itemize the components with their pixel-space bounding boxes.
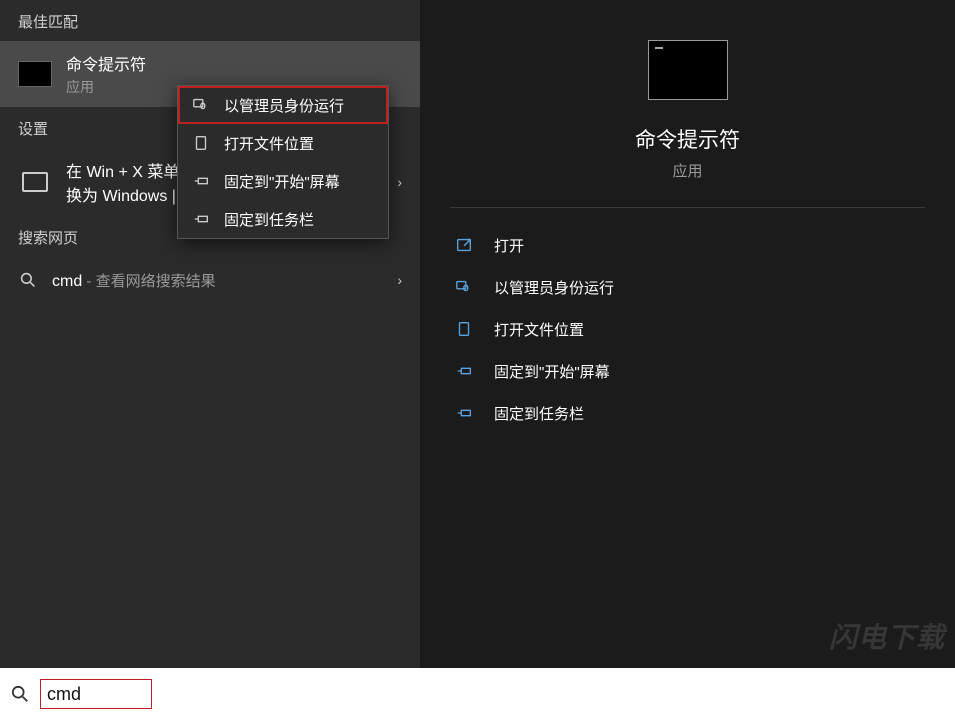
best-match-header: 最佳匹配: [0, 0, 420, 41]
open-icon: [454, 235, 474, 255]
context-pin-to-taskbar[interactable]: 固定到任务栏: [178, 200, 388, 238]
context-run-as-admin[interactable]: 以管理员身份运行: [178, 86, 388, 124]
context-item-label: 固定到"开始"屏幕: [224, 171, 340, 192]
search-bar: [0, 668, 955, 720]
pin-taskbar-icon: [192, 210, 210, 228]
action-run-as-admin[interactable]: 以管理员身份运行: [450, 266, 925, 308]
context-item-label: 以管理员身份运行: [224, 95, 344, 116]
action-label: 打开: [494, 235, 524, 256]
action-pin-to-taskbar[interactable]: 固定到任务栏: [450, 392, 925, 434]
context-item-label: 打开文件位置: [224, 133, 314, 154]
action-label: 固定到"开始"屏幕: [494, 361, 610, 382]
app-preview-subtitle: 应用: [672, 160, 702, 181]
settings-icon: [18, 169, 52, 195]
action-open-file-location[interactable]: 打开文件位置: [450, 308, 925, 350]
admin-shield-icon: [454, 277, 474, 297]
app-preview-title: 命令提示符: [635, 124, 740, 154]
admin-shield-icon: [192, 96, 210, 114]
search-icon: [0, 685, 40, 703]
divider: [450, 207, 925, 208]
settings-line1: 在 Win + X 菜单: [66, 158, 179, 182]
pin-start-icon: [192, 172, 210, 190]
best-match-title: 命令提示符: [66, 51, 146, 75]
watermark: 闪电下载: [829, 616, 945, 656]
context-menu: 以管理员身份运行 打开文件位置 固定到"开始"屏幕 固定到任务栏: [177, 85, 389, 239]
action-open[interactable]: 打开: [450, 224, 925, 266]
action-label: 打开文件位置: [494, 319, 584, 340]
folder-icon: [454, 319, 474, 339]
context-pin-to-start[interactable]: 固定到"开始"屏幕: [178, 162, 388, 200]
web-query: cmd: [52, 273, 82, 290]
pin-taskbar-icon: [454, 403, 474, 423]
web-suffix: - 查看网络搜索结果: [82, 273, 215, 290]
action-pin-to-start[interactable]: 固定到"开始"屏幕: [450, 350, 925, 392]
chevron-right-icon: ›: [397, 174, 402, 190]
context-item-label: 固定到任务栏: [224, 209, 314, 230]
search-icon: [18, 267, 38, 293]
action-label: 固定到任务栏: [494, 403, 584, 424]
action-label: 以管理员身份运行: [494, 277, 614, 298]
best-match-subtitle: 应用: [66, 77, 146, 97]
settings-line2: 换为 Windows |: [66, 182, 179, 206]
chevron-right-icon: ›: [397, 272, 402, 288]
context-open-file-location[interactable]: 打开文件位置: [178, 124, 388, 162]
pin-start-icon: [454, 361, 474, 381]
search-input[interactable]: [47, 684, 147, 705]
folder-icon: [192, 134, 210, 152]
cmd-icon: [18, 61, 52, 87]
web-result[interactable]: cmd - 查看网络搜索结果 ›: [0, 257, 420, 303]
app-preview-icon: [648, 40, 728, 100]
